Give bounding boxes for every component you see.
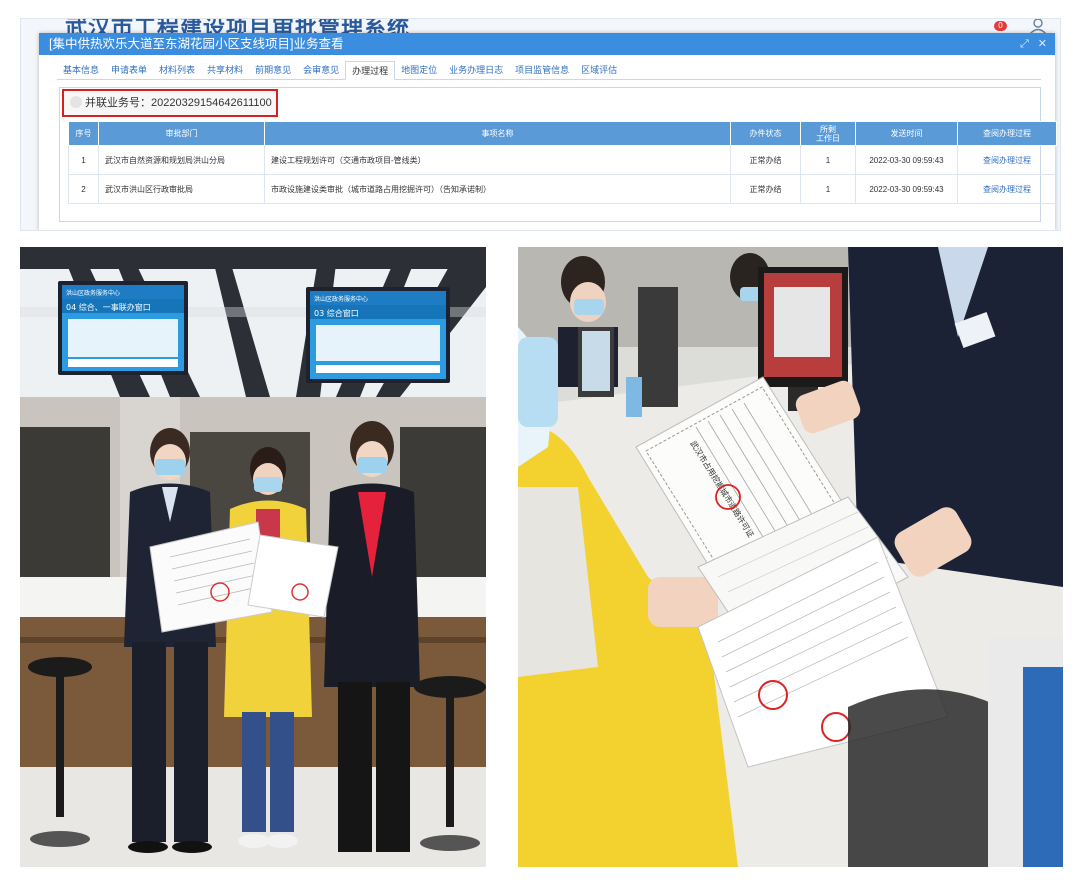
table-row: 1 武汉市自然资源和规划局洪山分局 建设工程规划许可（交通市政项目-管线类） 正… <box>68 145 1057 175</box>
dialog-header: [集中供热欢乐大道至东湖花园小区支线项目]业务查看 ⤢ ✕ <box>39 33 1055 55</box>
table-row: 2 武汉市洪山区行政审批局 市政设施建设类审批（城市道路占用挖掘许可）（告知承诺… <box>68 174 1057 204</box>
tab-review-opinions[interactable]: 会审意见 <box>297 61 345 79</box>
system-screenshot: 武汉市工程建设项目审批管理系统 0 [集中供热欢乐大道至东湖花园小区支线项目]业… <box>20 18 1061 231</box>
column-header-view: 查阅办理过程 <box>957 121 1057 146</box>
tab-regional-assessment[interactable]: 区域评估 <box>575 61 623 79</box>
cell-item: 建设工程规划许可（交通市政项目-管线类） <box>264 145 731 175</box>
cell-time: 2022-03-30 09:59:43 <box>855 174 958 204</box>
service-hall-illustration: 洪山区政务服务中心 04 综合、一事联办窗口 洪山区政务服务中心 03 综合窗口 <box>20 247 486 867</box>
column-header-status: 办件状态 <box>730 121 801 146</box>
business-number: 并联业务号：20220329154642611100 <box>85 97 272 109</box>
certificate-handover-illustration: 武汉市占用挖掘城市道路许可证 <box>518 247 1063 867</box>
processing-table: 序号 审批部门 事项名称 办件状态 所剩 工作日 发送时间 查阅办理过程 1 武… <box>68 121 1057 204</box>
cell-dept: 武汉市洪山区行政审批局 <box>98 174 265 204</box>
cell-time: 2022-03-30 09:59:43 <box>855 145 958 175</box>
dialog-title: [集中供热欢乐大道至东湖花园小区支线项目]业务查看 <box>49 37 344 51</box>
table-header-row: 序号 审批部门 事项名称 办件状态 所剩 工作日 发送时间 查阅办理过程 <box>68 121 1057 146</box>
column-header-no: 序号 <box>68 121 99 146</box>
screen2-header: 洪山区政务服务中心 <box>314 295 368 303</box>
background-app-title: 武汉市工程建设项目审批管理系统 <box>65 18 411 40</box>
column-header-time: 发送时间 <box>855 121 958 146</box>
tab-processing[interactable]: 办理过程 <box>345 61 396 80</box>
view-process-link[interactable]: 查阅办理过程 <box>983 156 1031 165</box>
certificate-handover-photo: 武汉市占用挖掘城市道路许可证 <box>518 247 1063 867</box>
column-header-item: 事项名称 <box>264 121 731 146</box>
processing-panel: 并联业务号：20220329154642611100 序号 审批部门 事项名称 … <box>59 87 1057 222</box>
window-display-screen-1: 洪山区政务服务中心 04 综合、一事联办窗口 <box>58 281 188 375</box>
tab-basic-info[interactable]: 基本信息 <box>57 61 105 79</box>
cell-item: 市政设施建设类审批（城市道路占用挖掘许可）（告知承诺制） <box>264 174 731 204</box>
cell-dept: 武汉市自然资源和规划局洪山分局 <box>98 145 265 175</box>
service-hall-photo: 洪山区政务服务中心 04 综合、一事联办窗口 洪山区政务服务中心 03 综合窗口 <box>20 247 486 867</box>
tab-supervision-info[interactable]: 项目监管信息 <box>509 61 575 79</box>
tab-preliminary-opinions[interactable]: 前期意见 <box>249 61 297 79</box>
cell-status: 正常办结 <box>730 145 801 175</box>
cell-no: 1 <box>68 145 99 175</box>
tab-application-form[interactable]: 申请表单 <box>105 61 153 79</box>
user-icon[interactable] <box>1026 18 1050 34</box>
tab-map-location[interactable]: 地图定位 <box>395 61 443 79</box>
tab-bar: 基本信息 申请表单 材料列表 共享材料 前期意见 会审意见 办理过程 地图定位 … <box>57 60 1041 80</box>
cell-days: 1 <box>800 145 856 175</box>
column-header-dept: 审批部门 <box>98 121 265 146</box>
close-icon[interactable]: ✕ <box>1038 33 1047 55</box>
tab-shared-materials[interactable]: 共享材料 <box>201 61 249 79</box>
cell-view: 查阅办理过程 <box>957 145 1057 175</box>
notification-badge[interactable]: 0 <box>994 21 1007 31</box>
column-header-days: 所剩 工作日 <box>800 121 856 146</box>
window-display-screen-2: 洪山区政务服务中心 03 综合窗口 <box>306 287 450 383</box>
cell-days: 1 <box>800 174 856 204</box>
screen1-window-name: 04 综合、一事联办窗口 <box>66 302 151 312</box>
view-process-link[interactable]: 查阅办理过程 <box>983 185 1031 194</box>
business-view-dialog: [集中供热欢乐大道至东湖花园小区支线项目]业务查看 ⤢ ✕ 基本信息 申请表单 … <box>39 33 1057 230</box>
cell-status: 正常办结 <box>730 174 801 204</box>
tab-material-list[interactable]: 材料列表 <box>153 61 201 79</box>
business-number-highlight: 并联业务号：20220329154642611100 <box>62 89 278 117</box>
maximize-icon[interactable]: ⤢ <box>1020 33 1029 55</box>
tab-processing-log[interactable]: 业务办理日志 <box>443 61 509 79</box>
status-dot-icon <box>70 96 82 108</box>
cell-view: 查阅办理过程 <box>957 174 1057 204</box>
screen2-window-name: 03 综合窗口 <box>314 308 359 318</box>
cell-no: 2 <box>68 174 99 204</box>
screen1-header: 洪山区政务服务中心 <box>66 289 120 297</box>
